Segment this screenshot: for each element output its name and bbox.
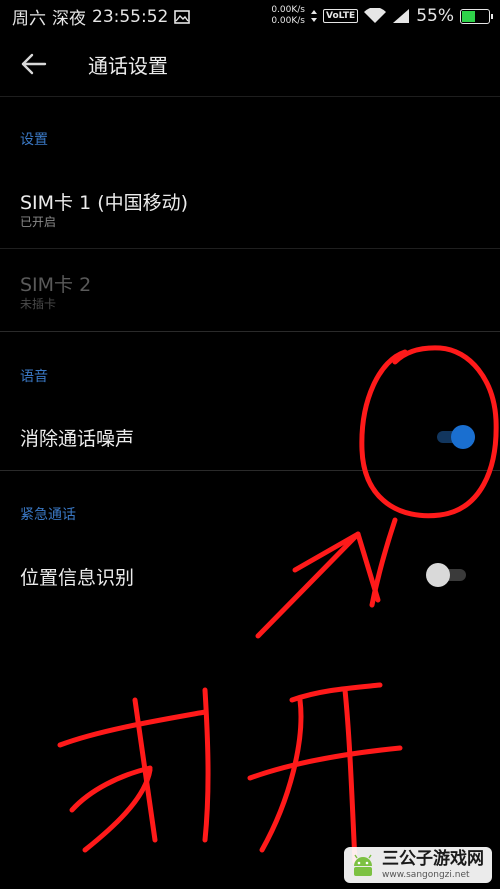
annotation-char-da-stroke	[57, 709, 208, 748]
net-down-speed: 0.00K/s	[271, 16, 305, 26]
battery-icon	[460, 8, 493, 24]
toggle-thumb	[451, 425, 475, 449]
annotation-arrow-stroke	[369, 517, 398, 608]
watermark-title: 三公子游戏网	[382, 849, 484, 869]
battery-fill	[462, 10, 476, 22]
annotation-char-da-stroke	[69, 765, 153, 813]
battery-percent: 55%	[416, 6, 454, 26]
annotation-char-kai-stroke	[247, 745, 403, 781]
status-period: 深夜	[52, 9, 86, 29]
android-logo-icon	[354, 854, 372, 876]
annotation-char-da-stroke	[82, 767, 153, 853]
annotation-char-da-stroke	[202, 687, 211, 843]
watermark-url: www.sangongzi.net	[382, 870, 470, 880]
annotation-char-kai-stroke	[342, 687, 358, 865]
sim1-title: SIM卡 1 (中国移动)	[20, 192, 189, 214]
sim1-status: 已开启	[20, 215, 57, 229]
annotation-char-da-stroke	[132, 697, 158, 843]
toggle-thumb	[426, 563, 450, 587]
annotation-char-kai-stroke	[259, 697, 304, 853]
status-day: 周六	[12, 9, 46, 29]
section-divider	[0, 470, 500, 471]
noise-cancel-title: 消除通话噪声	[20, 428, 135, 450]
net-up-speed: 0.00K/s	[271, 5, 305, 15]
section-header-voice: 语音	[20, 369, 48, 385]
back-arrow-icon[interactable]	[20, 52, 48, 76]
status-time: 23:55:52	[92, 6, 169, 27]
annotation-arrow-head	[292, 531, 381, 603]
signal-icon	[393, 9, 410, 23]
noise-cancel-toggle[interactable]	[437, 424, 477, 450]
section-header-emergency: 紧急通话	[20, 507, 76, 523]
volte-badge: VoLTE	[323, 9, 359, 23]
sim2-status: 未插卡	[20, 297, 57, 311]
app-bar: 通话设置	[0, 32, 500, 97]
annotation-char-kai-stroke	[289, 682, 383, 703]
location-title: 位置信息识别	[20, 567, 135, 589]
annotation-arrow-shaft	[255, 531, 361, 639]
watermark: 三公子游戏网 www.sangongzi.net	[344, 847, 492, 883]
location-toggle[interactable]	[426, 562, 468, 588]
page-title: 通话设置	[88, 54, 168, 78]
divider	[0, 248, 500, 249]
network-speed: 0.00K/s 0.00K/s	[271, 5, 305, 27]
wifi-icon	[364, 8, 387, 23]
image-notification-icon	[174, 9, 191, 24]
section-divider	[0, 331, 500, 332]
status-bar: 周六 深夜 23:55:52 0.00K/s 0.00K/s VoLTE 55%	[0, 0, 500, 32]
data-arrows-icon	[311, 10, 317, 22]
section-header-settings: 设置	[20, 132, 48, 148]
sim2-title: SIM卡 2	[20, 274, 92, 296]
